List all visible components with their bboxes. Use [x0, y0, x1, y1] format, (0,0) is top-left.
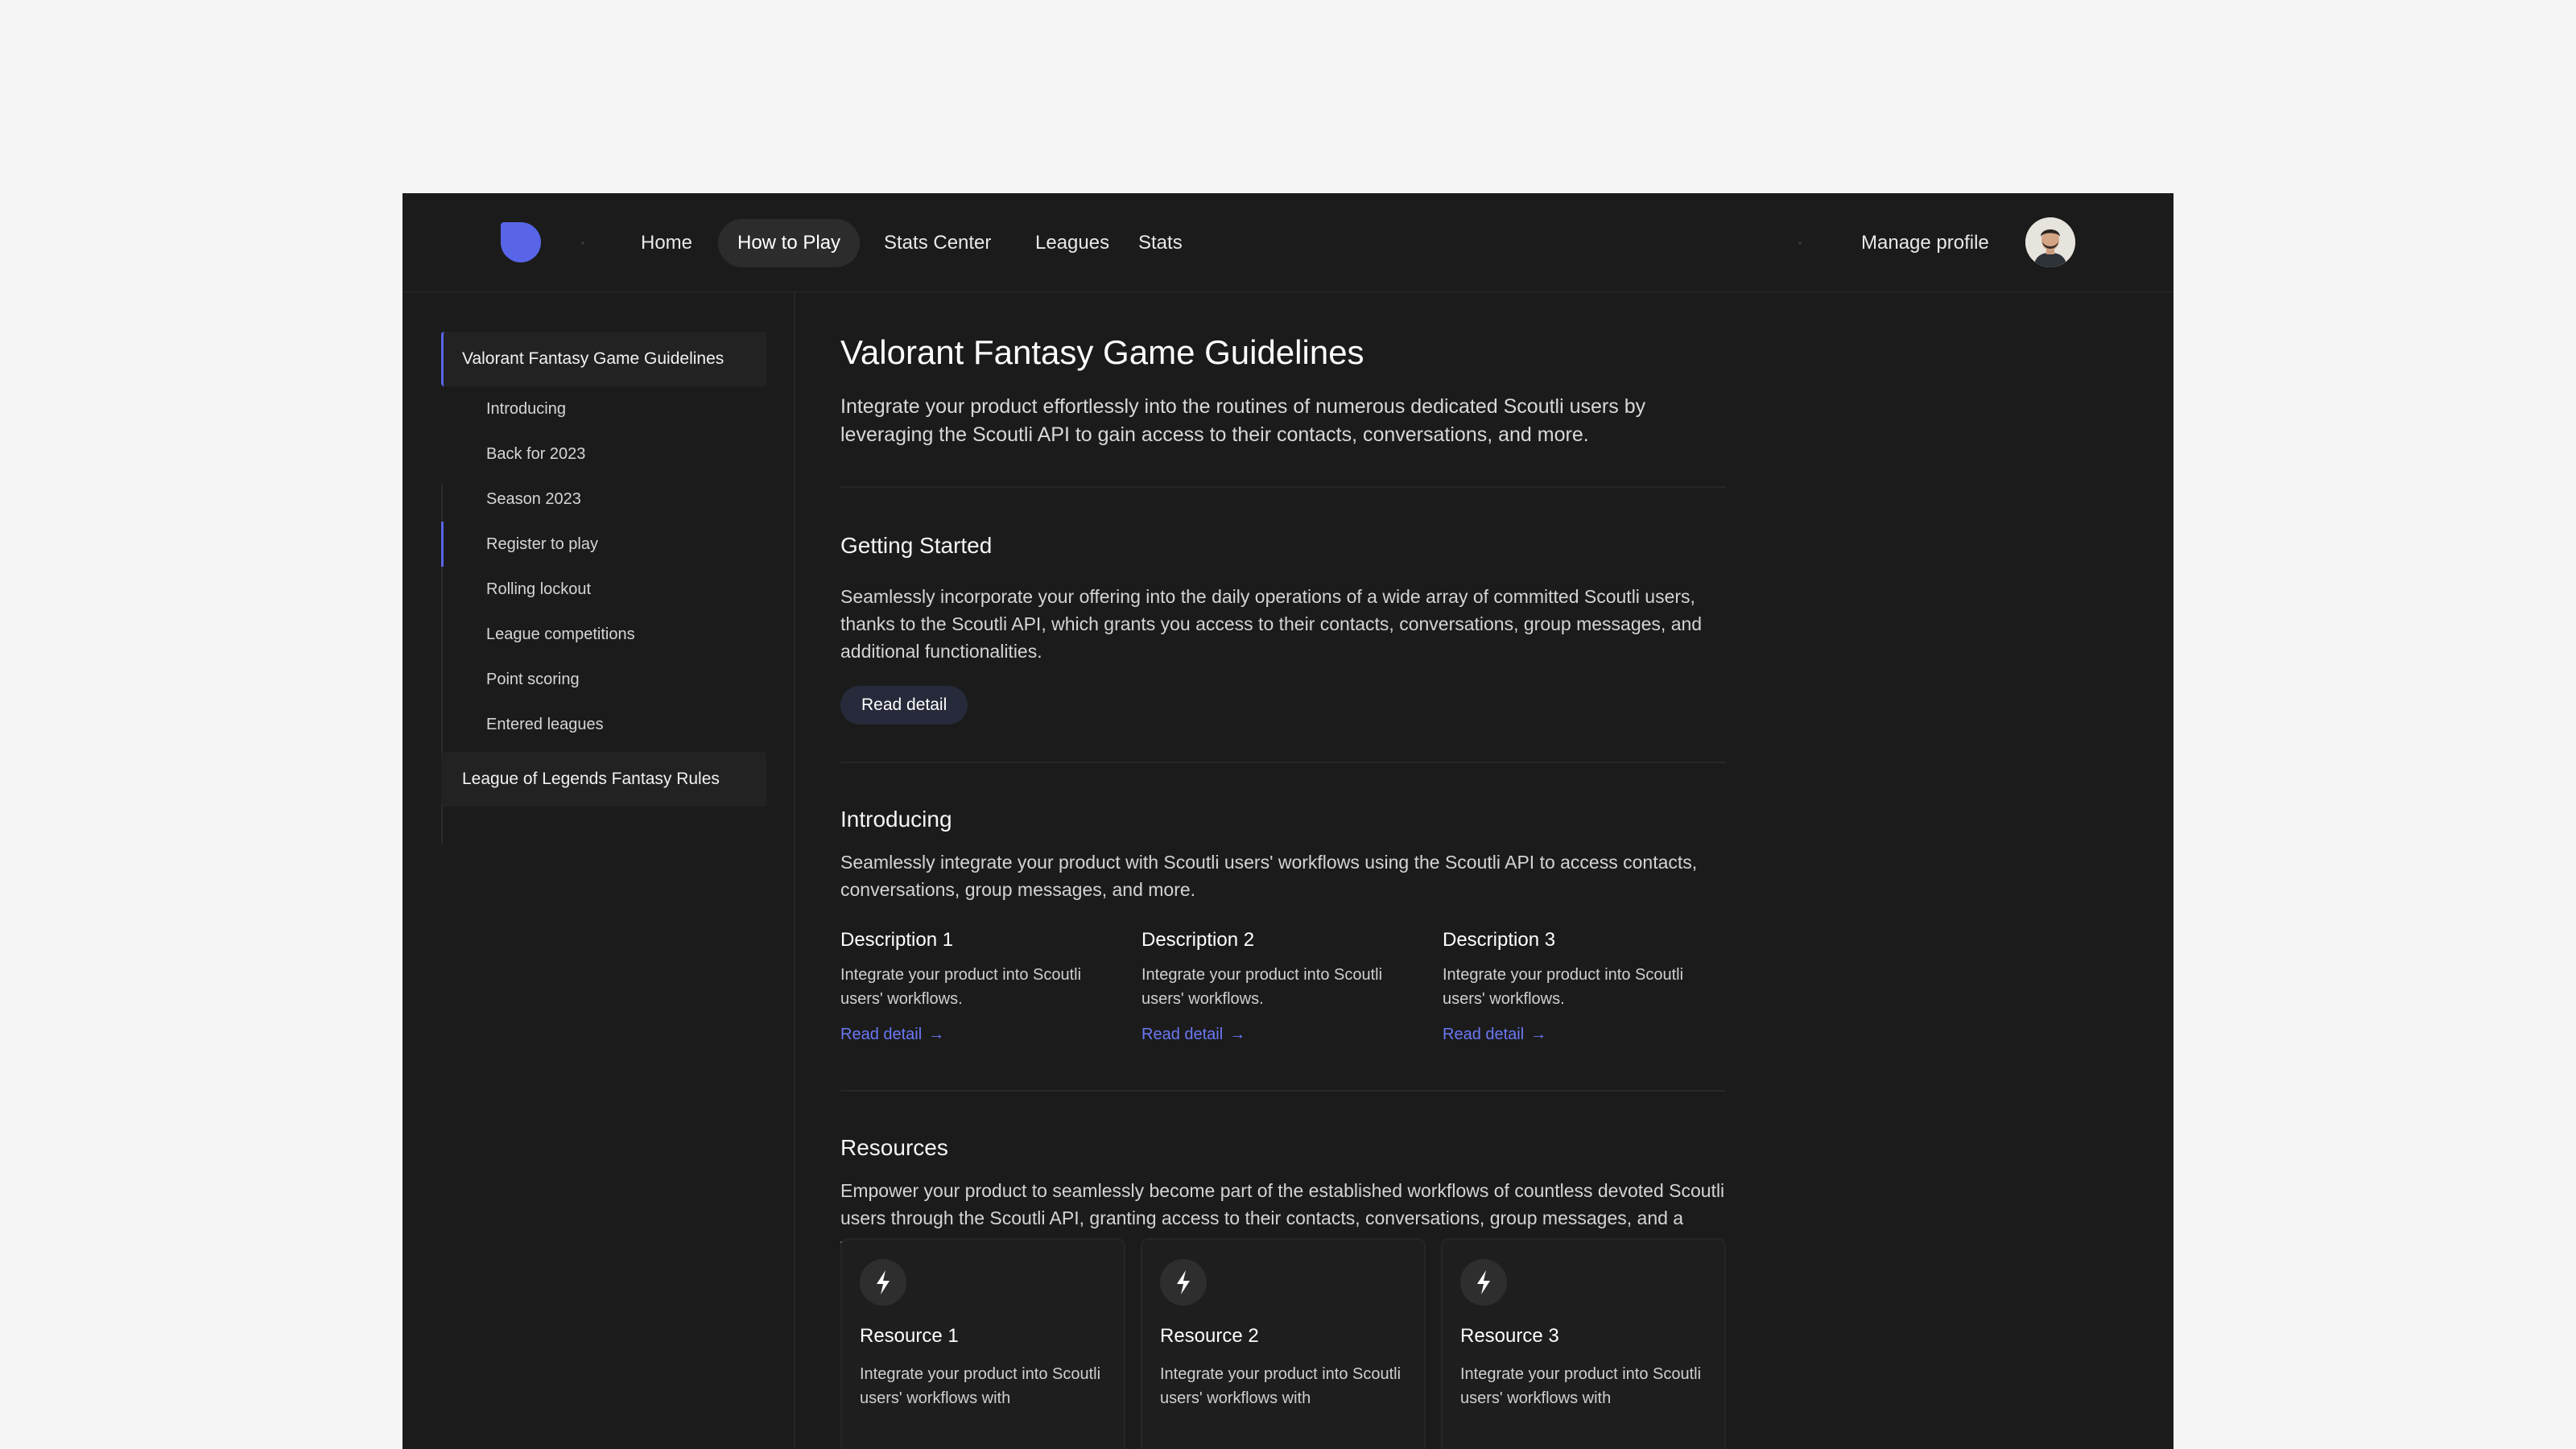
arrow-right-icon: →: [928, 1026, 945, 1043]
nav-separator-dot: [581, 242, 584, 245]
nav-home[interactable]: Home: [621, 219, 712, 267]
manage-profile-link[interactable]: Manage profile: [1861, 219, 1989, 267]
arrow-right-icon: →: [1530, 1026, 1547, 1043]
read-detail-label: Read detail: [840, 1026, 923, 1043]
description-title: Description 2: [1141, 929, 1255, 951]
read-detail-link[interactable]: Read detail →: [840, 1026, 944, 1044]
nav-how-to-play[interactable]: How to Play: [718, 219, 861, 267]
section-title-introducing: Introducing: [840, 807, 952, 832]
divider: [840, 486, 1726, 488]
resource-text: Integrate your product into Scoutli user…: [1160, 1365, 1402, 1407]
sidebar-item-entered-leagues[interactable]: Entered leagues: [441, 702, 747, 747]
lightning-icon: [1460, 1259, 1507, 1306]
resource-card[interactable]: Resource 3 Integrate your product into S…: [1441, 1238, 1726, 1449]
section-text-introducing: Seamlessly integrate your product with S…: [840, 852, 1698, 900]
section-title-getting-started: Getting Started: [840, 533, 993, 558]
resource-title: Resource 2: [1160, 1325, 1259, 1347]
brand-logo[interactable]: [501, 222, 541, 262]
read-detail-label: Read detail: [1443, 1026, 1525, 1043]
description-text: Integrate your product into Scoutli user…: [1141, 966, 1383, 1008]
sidebar-group-league-of-legends[interactable]: League of Legends Fantasy Rules: [441, 752, 766, 807]
resource-text: Integrate your product into Scoutli user…: [1460, 1365, 1702, 1407]
sidebar-item-rolling-lockout[interactable]: Rolling lockout: [441, 567, 747, 612]
page-lead: Integrate your product effortlessly into…: [840, 395, 1646, 446]
app-window: Home How to Play Stats Center Leagues St…: [402, 193, 2174, 1449]
read-detail-button[interactable]: Read detail: [840, 686, 968, 724]
read-detail-link[interactable]: Read detail →: [1443, 1026, 1546, 1044]
arrow-right-icon: →: [1229, 1026, 1246, 1043]
description-text: Integrate your product into Scoutli user…: [1443, 966, 1684, 1008]
sidebar-item-point-scoring[interactable]: Point scoring: [441, 657, 747, 702]
resource-card[interactable]: Resource 2 Integrate your product into S…: [1141, 1238, 1426, 1449]
description-text: Integrate your product into Scoutli user…: [840, 966, 1082, 1008]
sidebar-group-valorant[interactable]: Valorant Fantasy Game Guidelines: [441, 332, 766, 386]
page-title: Valorant Fantasy Game Guidelines: [840, 333, 1364, 371]
sidebar-item-introducing[interactable]: Introducing: [441, 386, 747, 431]
resource-title: Resource 1: [860, 1325, 959, 1347]
read-detail-label: Read detail: [1141, 1026, 1224, 1043]
description-title: Description 3: [1443, 929, 1556, 951]
lightning-icon: [1160, 1259, 1207, 1306]
sidebar-item-league-competitions[interactable]: League competitions: [441, 612, 747, 657]
divider: [840, 762, 1726, 763]
sidebar: Valorant Fantasy Game Guidelines Introdu…: [402, 293, 795, 1449]
sidebar-item-register-to-play[interactable]: Register to play: [441, 522, 747, 567]
sidebar-item-back-for-2023[interactable]: Back for 2023: [441, 431, 747, 477]
nav-leagues[interactable]: Leagues: [1016, 219, 1129, 267]
section-title-resources: Resources: [840, 1135, 948, 1160]
description-title: Description 1: [840, 929, 954, 951]
divider: [840, 1090, 1726, 1092]
section-text-getting-started: Seamlessly incorporate your offering int…: [840, 586, 1703, 662]
lightning-icon: [860, 1259, 906, 1306]
avatar-image: [2025, 217, 2075, 267]
read-detail-link[interactable]: Read detail →: [1141, 1026, 1245, 1044]
nav-separator-dot: [1798, 242, 1802, 245]
resource-text: Integrate your product into Scoutli user…: [860, 1365, 1101, 1407]
nav-stats-center[interactable]: Stats Center: [865, 219, 1010, 267]
resource-title: Resource 3: [1460, 1325, 1559, 1347]
sidebar-item-season-2023[interactable]: Season 2023: [441, 477, 747, 522]
nav-stats[interactable]: Stats: [1119, 219, 1202, 267]
avatar[interactable]: [2025, 217, 2075, 267]
top-navigation: Home How to Play Stats Center Leagues St…: [402, 193, 2174, 293]
resource-card[interactable]: Resource 1 Integrate your product into S…: [840, 1238, 1125, 1449]
